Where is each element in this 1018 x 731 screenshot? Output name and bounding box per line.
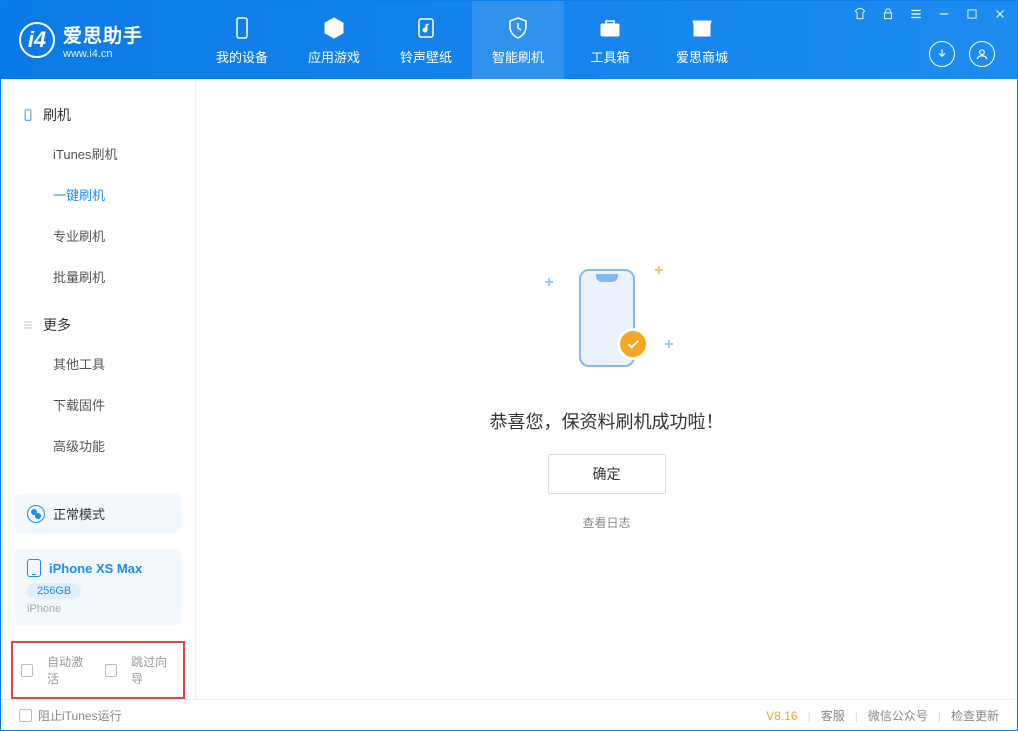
app-name-cn: 爱思助手 [63,21,143,48]
checkmark-badge-icon [617,328,649,360]
phone-icon [21,108,35,122]
app-name-en: www.i4.cn [63,48,143,60]
sidebar-item-itunes-flash[interactable]: iTunes刷机 [1,133,195,174]
nav-ringtones[interactable]: 铃声壁纸 [380,1,472,79]
toolbox-icon [597,15,623,41]
sidebar: 刷机 iTunes刷机 一键刷机 专业刷机 批量刷机 更多 其他工具 下载固件 … [1,79,196,699]
sidebar-head-label: 更多 [43,315,71,335]
link-wechat[interactable]: 微信公众号 [868,707,928,724]
checkbox-block-itunes[interactable] [19,709,32,722]
cube-icon [321,15,347,41]
sidebar-group-flash: 刷机 iTunes刷机 一键刷机 专业刷机 批量刷机 [1,97,195,297]
shield-icon [505,15,531,41]
nav-label: 工具箱 [590,47,629,66]
device-icon [229,15,255,41]
device-name: iPhone XS Max [49,561,142,576]
sparkle-icon [545,278,553,286]
close-icon[interactable] [993,7,1007,21]
nav-my-device[interactable]: 我的设备 [196,1,288,79]
maximize-icon[interactable] [965,7,979,21]
checkbox-auto-activate[interactable] [21,664,33,677]
version-label: V8.16 [766,709,797,723]
app-header: i4 爱思助手 www.i4.cn 我的设备 应用游戏 铃声壁纸 智能刷机 工具… [1,1,1017,79]
success-illustration [537,248,677,388]
logo-text: 爱思助手 www.i4.cn [63,21,143,60]
list-icon [21,318,35,332]
music-icon [413,15,439,41]
sidebar-item-advanced[interactable]: 高级功能 [1,425,195,466]
user-button[interactable] [969,41,995,67]
success-message: 恭喜您，保资料刷机成功啦！ [490,408,724,434]
mode-label: 正常模式 [53,504,105,523]
main-content: 恭喜您，保资料刷机成功啦！ 确定 查看日志 [196,79,1017,699]
logo-icon: i4 [19,22,55,58]
logo[interactable]: i4 爱思助手 www.i4.cn [1,21,196,60]
header-right-icons [929,41,995,67]
titlebar-icons [853,7,1007,21]
block-itunes-label: 阻止iTunes运行 [38,707,122,724]
nav-label: 我的设备 [216,47,268,66]
store-icon [689,15,715,41]
sidebar-head-label: 刷机 [43,105,71,125]
device-small-icon [27,559,41,577]
checkbox-skip-guide[interactable] [105,664,117,677]
sidebar-head-flash: 刷机 [1,97,195,133]
storage-badge: 256GB [27,583,81,599]
tshirt-icon[interactable] [853,7,867,21]
lock-icon[interactable] [881,7,895,21]
view-log-link[interactable]: 查看日志 [582,514,630,531]
status-bar: 阻止iTunes运行 V8.16 | 客服 | 微信公众号 | 检查更新 [1,699,1017,731]
menu-icon[interactable] [909,7,923,21]
body: 刷机 iTunes刷机 一键刷机 专业刷机 批量刷机 更多 其他工具 下载固件 … [1,79,1017,699]
device-type: iPhone [27,603,169,615]
nav-label: 应用游戏 [308,47,360,66]
mode-card[interactable]: 正常模式 [15,494,181,533]
device-card[interactable]: iPhone XS Max 256GB iPhone [15,549,181,625]
ok-button[interactable]: 确定 [548,454,666,494]
sidebar-item-other-tools[interactable]: 其他工具 [1,343,195,384]
download-button[interactable] [929,41,955,67]
sidebar-item-download-fw[interactable]: 下载固件 [1,384,195,425]
bottom-options: 自动激活 跳过向导 [11,641,185,699]
opt-skip-guide-label: 跳过向导 [131,653,175,687]
nav-toolbox[interactable]: 工具箱 [564,1,656,79]
nav-label: 铃声壁纸 [400,47,452,66]
nav-apps[interactable]: 应用游戏 [288,1,380,79]
sidebar-item-pro-flash[interactable]: 专业刷机 [1,215,195,256]
sidebar-group-more: 更多 其他工具 下载固件 高级功能 [1,307,195,466]
sparkle-icon [655,266,663,274]
sidebar-item-batch-flash[interactable]: 批量刷机 [1,256,195,297]
opt-auto-activate-label: 自动激活 [47,653,91,687]
nav-flash[interactable]: 智能刷机 [472,1,564,79]
link-update[interactable]: 检查更新 [951,707,999,724]
sparkle-icon [665,340,673,348]
mode-icon [27,505,45,523]
link-support[interactable]: 客服 [821,707,845,724]
minimize-icon[interactable] [937,7,951,21]
nav-label: 爱思商城 [676,47,728,66]
nav-store[interactable]: 爱思商城 [656,1,748,79]
top-nav: 我的设备 应用游戏 铃声壁纸 智能刷机 工具箱 爱思商城 [196,1,748,79]
nav-label: 智能刷机 [492,47,544,66]
sidebar-head-more: 更多 [1,307,195,343]
sidebar-item-oneclick-flash[interactable]: 一键刷机 [1,174,195,215]
